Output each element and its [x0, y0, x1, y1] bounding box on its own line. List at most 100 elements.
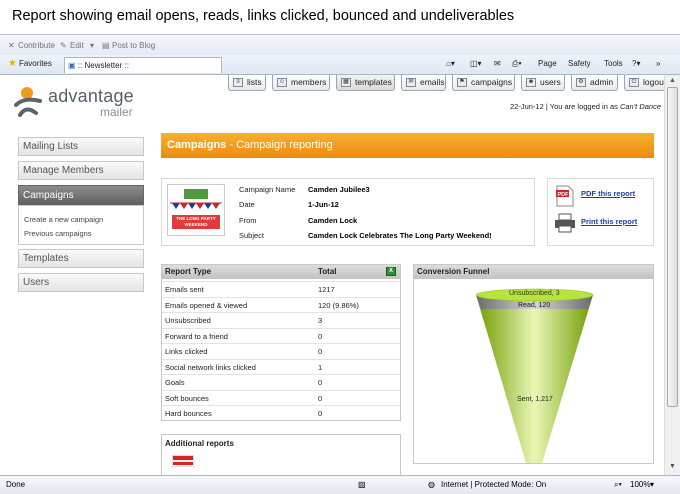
pdf-icon[interactable]: PDF [556, 185, 574, 207]
star-icon: ★ [8, 58, 17, 69]
previous-campaigns-link[interactable]: Previous campaigns [24, 229, 92, 238]
funnel-label-sent: Sent, 1,217 [517, 396, 553, 403]
edit-button[interactable]: Edit [70, 41, 84, 50]
print-icon[interactable]: ⎙▾ [512, 59, 522, 69]
row-value: 0 [318, 331, 323, 341]
col-total: Total [318, 267, 337, 276]
campaigns-submenu: Create a new campaign Previous campaigns [18, 205, 144, 245]
row-label: Soft bounces [165, 393, 209, 403]
browser-tab[interactable]: ▣ :: Newsletter :: [64, 57, 222, 73]
table-row: Goals 0 [162, 374, 400, 390]
table-row: Unsubscribed 3 [162, 312, 400, 328]
funnel-sent-segment [476, 295, 593, 463]
mail-icon[interactable]: ✉ [494, 59, 501, 68]
print-report-link[interactable]: Print this report [581, 217, 637, 226]
subject-value: Camden Lock Celebrates The Long Party We… [308, 231, 492, 240]
chevron-down-icon[interactable]: ▾ [90, 41, 94, 50]
username: Can't Dance [619, 102, 662, 111]
scroll-thumb[interactable] [667, 87, 678, 407]
pdf-report-link[interactable]: PDF this report [581, 189, 635, 198]
admin-icon: ⚙ [576, 78, 586, 87]
row-label: Forward to a friend [165, 331, 228, 341]
login-prefix: | You are logged in as [543, 102, 620, 111]
email-icon: ✉ [406, 78, 416, 87]
create-campaign-link[interactable]: Create a new campaign [24, 215, 103, 224]
vertical-scrollbar[interactable]: ▲ ▼ [664, 75, 680, 475]
logo-name: advantage [48, 86, 134, 106]
app-logo: advantage mailer [14, 83, 144, 123]
report-flag-icon[interactable] [172, 455, 194, 467]
table-row: Social network links clicked 1 [162, 358, 400, 375]
nav-users[interactable]: ☻ users [521, 75, 565, 91]
nav-members[interactable]: ☺ members [272, 75, 330, 91]
sidebar-item-manage-members[interactable]: Manage Members [18, 161, 144, 180]
status-page-icon: ▨ [358, 480, 366, 489]
nav-label: logout [643, 77, 664, 87]
row-label: Hard bounces [165, 409, 212, 418]
feed-icon[interactable]: ◫▾ [470, 59, 482, 68]
help-icon[interactable]: ?▾ [632, 59, 640, 68]
edit-icon: ✎ [60, 41, 67, 50]
blog-icon: ▤ [102, 41, 110, 50]
post-to-blog-button[interactable]: Post to Blog [112, 41, 155, 50]
members-icon: ☺ [277, 78, 287, 87]
more-icon[interactable]: » [656, 59, 660, 68]
browser-toolbar: ✕ Contribute ✎ Edit ▾ ▤ Post to Blog [0, 35, 680, 55]
campaign-thumbnail[interactable]: THE LONG PARTY WEEKEND [167, 184, 225, 236]
favorites-button[interactable]: ★ Favorites [4, 57, 56, 71]
list-icon: ≡ [233, 78, 243, 87]
date-value: 1-Jun-12 [308, 200, 339, 209]
row-label: Social network links clicked [165, 362, 256, 372]
menu-page[interactable]: Page [538, 59, 557, 68]
row-value: 0 [318, 393, 323, 403]
campaign-name-label: Campaign Name [239, 185, 296, 194]
contribute-button[interactable]: Contribute [18, 41, 55, 50]
browser-window: ✕ Contribute ✎ Edit ▾ ▤ Post to Blog ★ Fa… [0, 34, 680, 494]
print-icon[interactable] [554, 213, 576, 233]
close-icon[interactable]: ✕ [8, 41, 15, 50]
sidebar-item-templates[interactable]: Templates [18, 249, 144, 268]
logo-icon [14, 87, 42, 117]
from-value: Camden Lock [308, 216, 358, 225]
nav-lists[interactable]: ≡ lists [228, 75, 266, 91]
page-content: advantage mailer ≡ lists ☺ members ▦ templa… [0, 75, 664, 475]
logo-sub: mailer [100, 105, 133, 119]
logout-icon: ⏻ [629, 78, 639, 87]
nav-label: members [291, 77, 327, 87]
nav-label: admin [590, 77, 614, 87]
zoom-icon[interactable]: ⌕▾ [614, 480, 622, 490]
nav-campaigns[interactable]: ⚑ campaigns [452, 75, 515, 91]
browser-tabbar: ★ Favorites ▣ :: Newsletter :: ⌂▾ ◫▾ ✉ ⎙▾… [0, 55, 680, 75]
caption: Report showing email opens, reads, links… [12, 8, 515, 24]
col-report-type: Report Type [165, 267, 212, 276]
nav-templates[interactable]: ▦ templates [336, 75, 395, 91]
row-label: Emails opened & viewed [165, 300, 248, 310]
zoom-level[interactable]: 100% [630, 480, 650, 489]
funnel-label-read: Read, 120 [518, 302, 551, 309]
excel-export-icon[interactable]: X [386, 267, 396, 276]
date-label: Date [239, 200, 255, 209]
menu-safety[interactable]: Safety [568, 59, 591, 68]
template-icon: ▦ [341, 78, 351, 87]
nav-logout[interactable]: ⏻ logout [624, 75, 664, 91]
table-row: Emails opened & viewed 120 (9.86%) [162, 296, 400, 313]
menu-tools[interactable]: Tools [604, 59, 623, 68]
sidebar-item-users[interactable]: Users [18, 273, 144, 292]
chevron-down-icon[interactable]: ▾ [650, 480, 654, 489]
row-value: 1217 [318, 285, 335, 294]
globe-icon: ◍ [428, 480, 435, 489]
home-icon[interactable]: ⌂▾ [446, 59, 455, 68]
scroll-up-icon[interactable]: ▲ [669, 77, 676, 84]
row-value: 0 [318, 409, 323, 418]
nav-admin[interactable]: ⚙ admin [571, 75, 618, 91]
scroll-down-icon[interactable]: ▼ [669, 463, 676, 470]
favorites-label: Favorites [18, 59, 52, 68]
funnel-title: Conversion Funnel [414, 265, 653, 279]
svg-text:PDF: PDF [558, 192, 570, 198]
table-row: Forward to a friend 0 [162, 327, 400, 344]
thumbnail-text: THE LONG PARTY WEEKEND [176, 216, 216, 227]
sidebar-item-campaigns[interactable]: Campaigns [18, 185, 144, 206]
nav-emails[interactable]: ✉ emails [401, 75, 446, 91]
sidebar-item-mailing-lists[interactable]: Mailing Lists [18, 137, 144, 156]
row-label: Links clicked [165, 347, 208, 356]
